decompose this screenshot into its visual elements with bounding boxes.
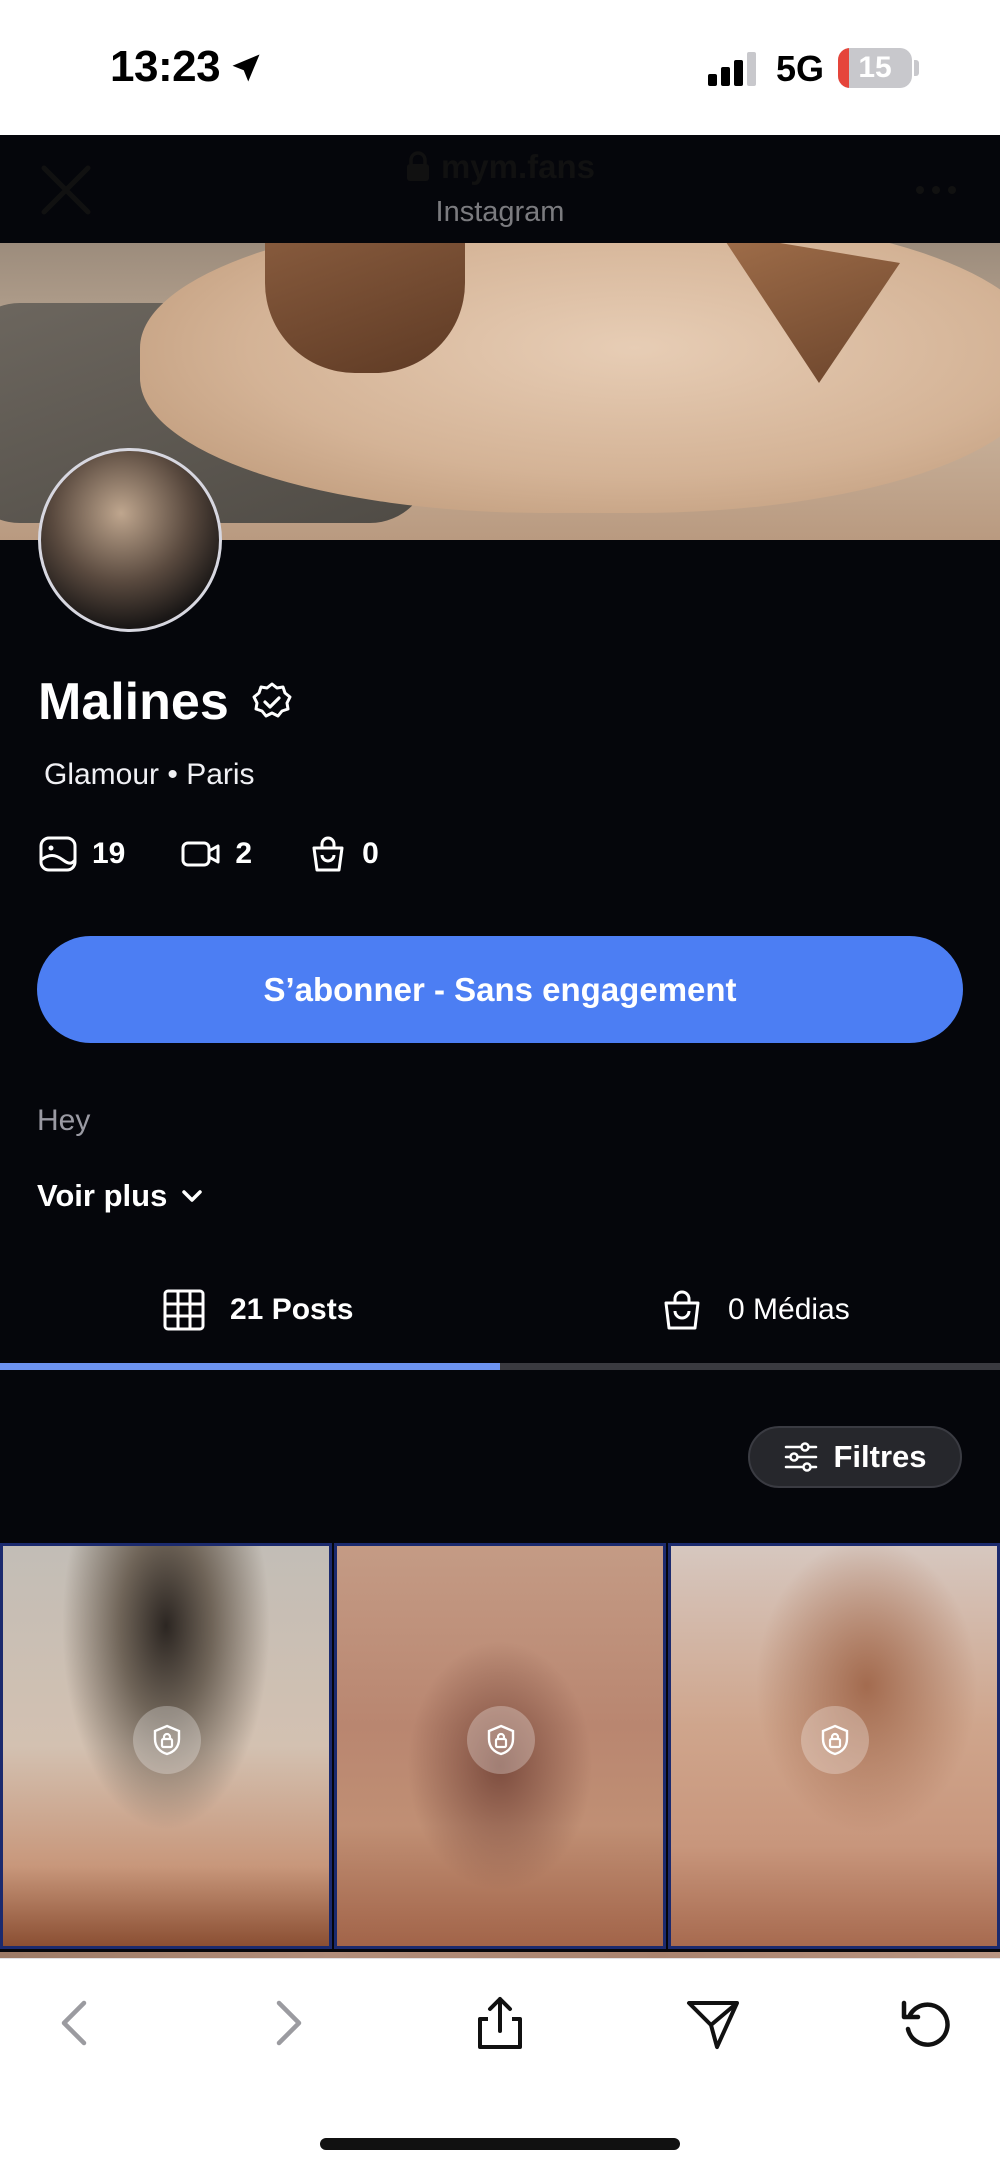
- bag-icon: [312, 836, 344, 872]
- url-bar[interactable]: mym.fans Instagram: [300, 148, 700, 229]
- home-indicator[interactable]: [320, 2138, 680, 2150]
- profile-bio: Hey: [37, 1104, 91, 1137]
- purchases-stat: 0: [308, 834, 379, 874]
- status-time: 13:23: [110, 42, 221, 91]
- post-thumbnail[interactable]: [0, 1543, 332, 1949]
- battery-level: 15: [858, 51, 892, 84]
- reload-icon[interactable]: [896, 1993, 956, 2053]
- status-bar: 13:23 5G 15: [0, 0, 1000, 135]
- locked-badge: [801, 1706, 869, 1774]
- post-thumbnail[interactable]: [668, 1543, 1000, 1949]
- videos-stat: 2: [181, 834, 252, 874]
- network-type: 5G: [776, 48, 825, 89]
- locked-badge: [133, 1706, 201, 1774]
- lock-icon: [821, 1724, 849, 1756]
- avatar[interactable]: [38, 448, 222, 632]
- back-icon[interactable]: [46, 1993, 106, 2053]
- close-icon[interactable]: [34, 158, 98, 222]
- see-more-link[interactable]: Voir plus: [37, 1178, 205, 1214]
- photo-icon: [39, 836, 77, 872]
- profile-tagline: Glamour • Paris: [44, 758, 255, 791]
- location-arrow-icon: [232, 54, 260, 82]
- verified-icon: [252, 682, 292, 718]
- filters-button[interactable]: Filtres: [748, 1426, 962, 1488]
- profile-name: Malines: [38, 673, 229, 731]
- forward-icon[interactable]: [257, 1993, 317, 2053]
- more-icon[interactable]: [912, 172, 960, 208]
- filter-icon: [785, 1442, 818, 1472]
- browser-toolbar: [0, 1958, 1000, 2168]
- tab-medias[interactable]: 0 Médias: [660, 1270, 850, 1350]
- chevron-down-icon: [182, 1190, 203, 1202]
- see-more-label: Voir plus: [37, 1178, 168, 1213]
- locked-badge: [467, 1706, 535, 1774]
- tab-active-indicator: [0, 1363, 500, 1370]
- post-thumbnail[interactable]: [334, 1543, 666, 1949]
- profile-header: Malines: [38, 672, 293, 732]
- lock-icon: [153, 1724, 181, 1756]
- battery-icon: 15: [838, 48, 912, 88]
- url-text: mym.fans: [440, 148, 596, 185]
- url-source: Instagram: [435, 196, 565, 228]
- video-icon: [181, 841, 220, 867]
- grid-icon: [163, 1289, 205, 1331]
- profile-stats: 19 2 0: [38, 834, 379, 874]
- tab-posts[interactable]: 21 Posts: [162, 1270, 353, 1350]
- photos-stat: 19: [38, 834, 125, 874]
- send-icon[interactable]: [683, 1993, 743, 2053]
- lock-icon: [487, 1724, 515, 1756]
- lock-icon: [406, 151, 429, 181]
- share-icon[interactable]: [470, 1993, 530, 2053]
- subscribe-button[interactable]: S’abonner - Sans engagement: [37, 936, 963, 1043]
- signal-icon: [708, 52, 756, 86]
- bag-icon: [664, 1290, 700, 1330]
